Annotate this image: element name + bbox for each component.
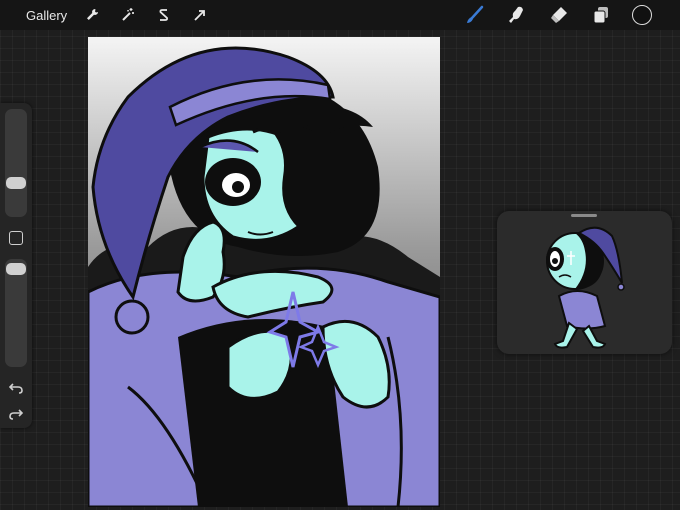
drawing-canvas[interactable] (88, 37, 440, 507)
left-sidebar (0, 103, 32, 428)
transform-arrow-icon[interactable] (189, 4, 211, 26)
brush-size-thumb[interactable] (6, 177, 26, 189)
undo-icon[interactable] (7, 380, 25, 396)
gallery-button[interactable]: Gallery (26, 8, 67, 23)
opacity-slider[interactable] (5, 259, 27, 367)
reference-window[interactable] (497, 211, 672, 354)
smudge-icon[interactable] (506, 4, 528, 26)
brush-size-slider[interactable] (5, 109, 27, 217)
opacity-thumb[interactable] (6, 263, 26, 275)
selection-icon[interactable] (153, 4, 175, 26)
right-toolset (464, 4, 652, 26)
modify-button[interactable] (9, 231, 23, 245)
wrench-icon[interactable] (81, 4, 103, 26)
color-swatch-button[interactable] (632, 5, 652, 25)
left-toolset (81, 4, 211, 26)
brush-icon[interactable] (464, 4, 486, 26)
magic-wand-icon[interactable] (117, 4, 139, 26)
eraser-icon[interactable] (548, 4, 570, 26)
layers-icon[interactable] (590, 4, 612, 26)
artwork-illustration (88, 37, 440, 507)
redo-icon[interactable] (7, 406, 25, 422)
reference-image (546, 226, 625, 349)
reference-drag-handle[interactable] (571, 214, 597, 217)
top-toolbar: Gallery (0, 0, 680, 30)
